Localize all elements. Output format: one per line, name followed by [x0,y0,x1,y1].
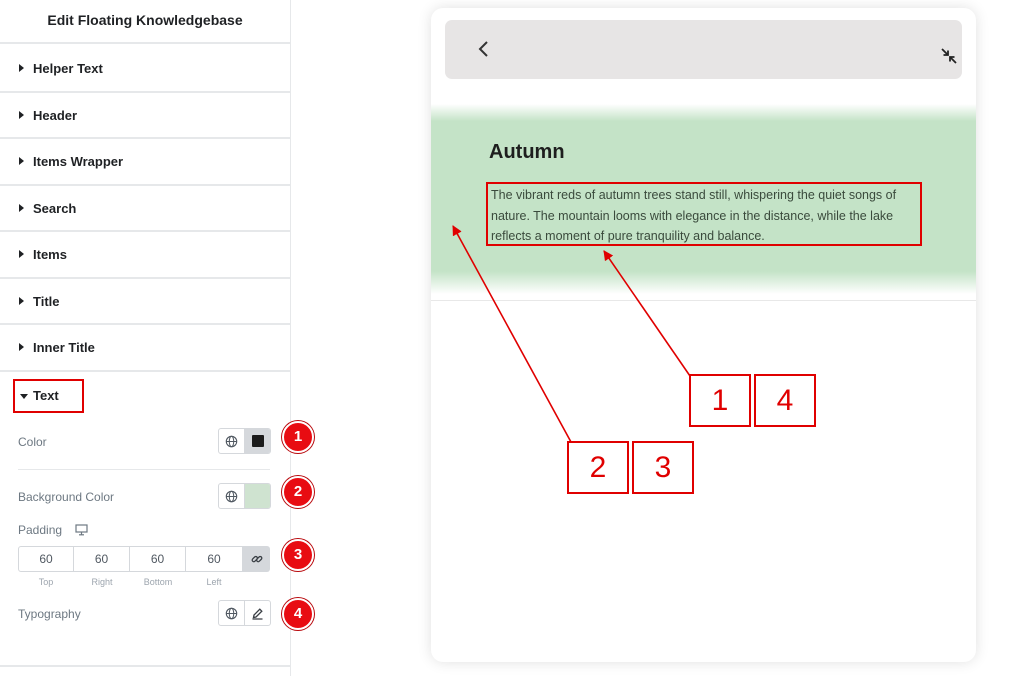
caret-right-icon [19,250,24,259]
color-label: Color [18,435,47,449]
section-label: Title [33,293,60,309]
collapse-icon[interactable] [940,47,958,65]
step-badge-2: 2 [282,476,314,508]
annotation-label-2: 2 [567,441,629,494]
section-title[interactable]: Title [0,279,290,325]
padding-top-input[interactable]: 60 [18,546,74,572]
section-label: Search [33,200,77,216]
global-typography-button[interactable] [219,601,244,625]
caret-right-icon [19,110,24,119]
section-items[interactable]: Items [0,232,290,279]
caret-down-icon [20,394,28,399]
step-badge-3: 3 [282,539,314,571]
preview-header [445,20,962,79]
caret-right-icon [19,343,24,352]
caret-right-icon [19,64,24,73]
item-title: Autumn [489,141,565,163]
annotation-label-1: 1 [689,374,751,427]
padding-bottom-caption: Bottom [143,577,173,587]
padding-left-caption: Left [206,577,222,587]
background-color-swatch[interactable] [244,484,270,508]
section-search[interactable]: Search [0,186,290,232]
item-text: The vibrant reds of autumn trees stand s… [486,182,922,246]
caret-right-icon [19,203,24,212]
link-values-button[interactable] [243,546,270,572]
globe-icon [225,607,238,619]
section-label: Header [33,107,78,123]
padding-left-input[interactable]: 60 [186,546,243,572]
edit-typography-button[interactable] [244,601,270,625]
typography-control [218,600,271,626]
pencil-icon [252,607,263,620]
padding-right-caption: Right [91,577,113,587]
step-badge-1: 1 [282,421,314,453]
annotation-label-4: 4 [754,374,816,427]
section-divider [0,665,290,667]
background-color-label: Background Color [18,490,115,504]
caret-right-icon [19,296,24,305]
global-color-button[interactable] [219,429,244,453]
section-label: Items [33,247,67,262]
typography-label: Typography [18,607,81,621]
section-label: Text [33,388,59,403]
section-label: Helper Text [33,61,103,76]
caret-right-icon [19,157,24,166]
color-swatch [251,435,264,447]
section-text[interactable]: Text [13,379,84,413]
section-label: Items Wrapper [33,154,124,169]
back-arrow-icon[interactable] [473,38,495,60]
padding-label: Padding [18,523,63,537]
padding-right-input[interactable]: 60 [74,546,130,572]
link-icon [251,555,262,563]
section-inner-title[interactable]: Inner Title [0,325,290,372]
desktop-icon[interactable] [75,524,88,536]
globe-icon [225,435,238,447]
color-control [218,428,271,454]
padding-top-caption: Top [38,577,54,587]
global-background-button[interactable] [219,484,244,508]
section-items-wrapper[interactable]: Items Wrapper [0,139,290,186]
color-picker-swatch[interactable] [244,429,270,453]
section-label: Inner Title [33,340,95,355]
knowledgebase-preview: Autumn The vibrant reds of autumn trees … [431,8,976,662]
annotation-label-3: 3 [632,441,694,494]
section-helper-text[interactable]: Helper Text [0,46,290,93]
section-header[interactable]: Header [0,93,290,139]
panel-title: Edit Floating Knowledgebase [0,0,290,44]
padding-bottom-input[interactable]: 60 [130,546,186,572]
step-badge-4: 4 [282,598,314,630]
editor-panel: Edit Floating Knowledgebase Helper Text … [0,0,291,676]
globe-icon [225,490,238,502]
background-color-control [218,483,271,509]
preview-divider [431,300,976,301]
control-divider [18,469,270,470]
